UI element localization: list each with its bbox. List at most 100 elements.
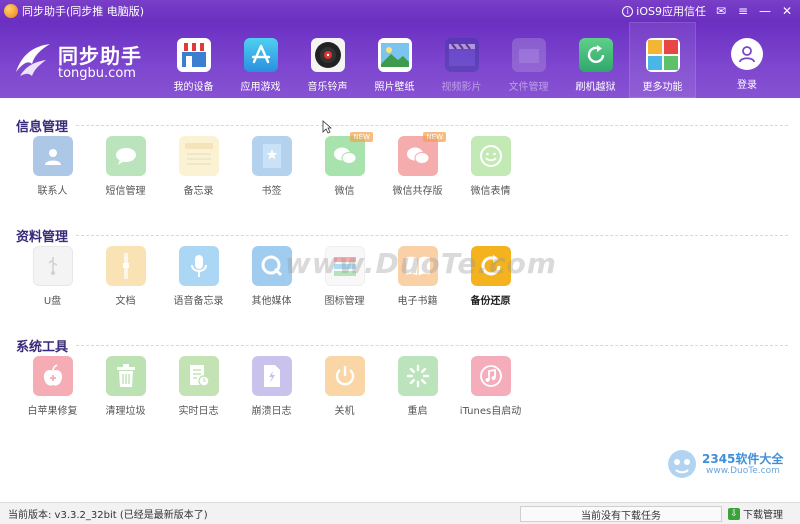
tile-label: U盘 <box>43 296 62 307</box>
notepad-icon <box>178 136 219 176</box>
brand-watermark-url: www.DuoTe.com <box>706 466 780 476</box>
download-icon: ⇩ <box>728 507 740 520</box>
nav-label: 我的设备 <box>173 82 214 93</box>
tile-label: 联系人 <box>37 186 68 197</box>
brand-logo: 同步助手 tongbu.com <box>12 36 152 88</box>
tile-itunes-autostart[interactable]: iTunes自启动 <box>454 356 527 428</box>
nav-music-ringtones[interactable]: 音乐铃声 <box>294 22 361 98</box>
logo-text-cn: 同步助手 <box>58 44 142 68</box>
tile-label: 微信表情 <box>470 186 511 197</box>
picture-icon <box>377 38 412 72</box>
nav-photos-wallpapers[interactable]: 照片壁纸 <box>361 22 428 98</box>
version-info: 当前版本: v3.3.2_32bit (已经是最新版本了) <box>8 510 208 521</box>
tile-wechat[interactable]: NEW 微信 <box>308 132 381 208</box>
refresh-icon <box>578 38 613 72</box>
tile-notes[interactable]: 备忘录 <box>162 136 235 208</box>
info-icon: i <box>622 5 634 17</box>
tile-wechat-stickers[interactable]: 微信表情 <box>454 136 527 208</box>
tile-label: 微信 <box>334 186 355 197</box>
tile-row: 白苹果修复 清理垃圾 实时日志 崩溃日志 关机 重启 iTunes自启动 <box>16 356 527 428</box>
power-icon <box>324 356 365 396</box>
tile-label: 文档 <box>115 296 136 307</box>
tile-label: 备忘录 <box>183 186 214 197</box>
tile-crash-log[interactable]: 崩溃日志 <box>235 356 308 428</box>
nav-my-device[interactable]: 我的设备 <box>160 22 227 98</box>
download-task-status[interactable]: 当前没有下载任务 <box>520 506 722 522</box>
tile-label: 图标管理 <box>324 296 365 307</box>
nav-label: 应用游戏 <box>240 82 281 93</box>
nav-file-manager[interactable]: 文件管理 <box>495 22 562 98</box>
music-note-icon <box>470 356 511 396</box>
nav-label: 视频影片 <box>441 82 482 93</box>
smiley-icon <box>470 136 511 176</box>
section-data-management: 资料管理 U盘 文档 语音备忘录 其他媒体 图标管理 电子书籍 备份还原 <box>16 226 796 307</box>
wechat-dual-icon <box>397 136 438 176</box>
store-icon <box>176 38 211 72</box>
tile-white-apple-fix[interactable]: 白苹果修复 <box>16 356 89 428</box>
tile-label: 微信共存版 <box>392 186 443 197</box>
brand-watermark-text: 2345软件大全 <box>702 452 784 466</box>
folder-icon <box>511 38 546 72</box>
nav-label: 文件管理 <box>508 82 549 93</box>
crash-log-icon <box>251 356 292 396</box>
tile-wechat-dual[interactable]: NEW 微信共存版 <box>381 132 454 208</box>
section-divider <box>76 234 788 236</box>
tile-usb-drive[interactable]: U盘 <box>16 246 89 318</box>
duote-watermark: www.DuoTe.com <box>285 247 557 280</box>
nav-flash-jailbreak[interactable]: 刷机越狱 <box>562 22 629 98</box>
usb-drive-icon <box>32 246 73 286</box>
more-features-panel: 信息管理 联系人 短信管理 备忘录 书签 NEW 微信 NEW 微信共存版 微信… <box>0 98 800 502</box>
tile-sms[interactable]: 短信管理 <box>89 136 162 208</box>
ios-trust-link[interactable]: i iOS9应用信任 <box>622 3 706 19</box>
minimize-button[interactable]: — <box>758 4 772 18</box>
loading-spinner-icon <box>397 356 438 396</box>
app-store-icon <box>243 38 278 72</box>
tile-label: 短信管理 <box>105 186 146 197</box>
tile-label: 语音备忘录 <box>173 296 224 307</box>
chat-bubble-icon <box>105 136 146 176</box>
tile-label: 清理垃圾 <box>105 406 146 417</box>
tile-bookmarks[interactable]: 书签 <box>235 136 308 208</box>
ios-trust-label: iOS9应用信任 <box>636 5 706 18</box>
trash-icon <box>105 356 146 396</box>
nav-label: 照片壁纸 <box>374 82 415 93</box>
close-button[interactable]: ✕ <box>780 4 794 18</box>
title-bar-controls: i iOS9应用信任 ✉ ≡ — ✕ <box>622 3 800 19</box>
menu-button[interactable]: ≡ <box>736 4 750 18</box>
download-manager-label: 下载管理 <box>743 510 783 521</box>
bird-logo-icon <box>16 44 50 76</box>
login-button[interactable]: 登录 <box>724 22 770 98</box>
new-badge: NEW <box>350 132 373 142</box>
brand-watermark: 2345软件大全 www.DuoTe.com <box>662 442 798 486</box>
new-badge: NEW <box>423 132 446 142</box>
film-icon <box>444 38 479 72</box>
nav-more-features[interactable]: 更多功能 <box>629 22 696 98</box>
tile-realtime-log[interactable]: 实时日志 <box>162 356 235 428</box>
document-zip-icon <box>105 246 146 286</box>
tile-restart[interactable]: 重启 <box>381 356 454 428</box>
status-bar: 当前版本: v3.3.2_32bit (已经是最新版本了) 当前没有下载任务 ⇩… <box>0 502 800 524</box>
tile-clean-junk[interactable]: 清理垃圾 <box>89 356 162 428</box>
download-manager-button[interactable]: ⇩ 下载管理 <box>728 506 783 521</box>
bookmark-icon <box>251 136 292 176</box>
section-header: 信息管理 <box>16 116 796 135</box>
mouse-pointer-icon <box>322 120 332 134</box>
tile-label: 实时日志 <box>178 406 219 417</box>
tile-voice-memos[interactable]: 语音备忘录 <box>162 246 235 318</box>
tile-label: 备份还原 <box>470 296 511 307</box>
section-title: 信息管理 <box>16 119 69 135</box>
nav-label: 刷机越狱 <box>575 82 616 93</box>
section-divider <box>76 124 788 126</box>
nav-apps-games[interactable]: 应用游戏 <box>227 22 294 98</box>
tile-contacts[interactable]: 联系人 <box>16 136 89 208</box>
feedback-button[interactable]: ✉ <box>714 4 728 18</box>
tile-documents[interactable]: 文档 <box>89 246 162 318</box>
tile-shutdown[interactable]: 关机 <box>308 356 381 428</box>
login-label: 登录 <box>737 80 757 91</box>
section-title: 资料管理 <box>16 229 69 245</box>
nav-label: 更多功能 <box>642 82 683 93</box>
nav-videos[interactable]: 视频影片 <box>428 22 495 98</box>
tile-label: 崩溃日志 <box>251 406 292 417</box>
title-bar: 同步助手(同步推 电脑版) i iOS9应用信任 ✉ ≡ — ✕ <box>0 0 800 22</box>
log-clock-icon <box>178 356 219 396</box>
